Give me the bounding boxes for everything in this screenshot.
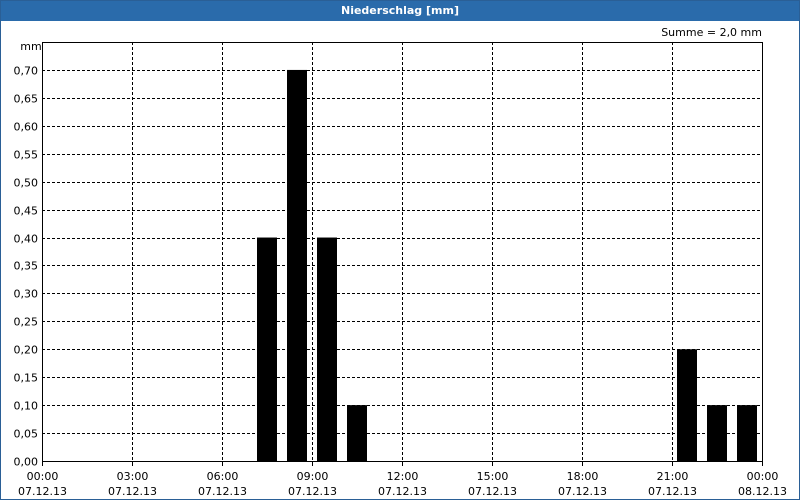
bar bbox=[347, 405, 367, 461]
y-tick-label: 0,45 bbox=[14, 205, 39, 218]
x-tick-time-label: 03:00 bbox=[117, 470, 149, 483]
x-tick-date-label: 08.12.13 bbox=[738, 485, 787, 498]
x-tick-date-label: 07.12.13 bbox=[648, 485, 697, 498]
y-tick-label: 0,35 bbox=[14, 260, 39, 273]
bar bbox=[317, 237, 337, 461]
y-tick-label: 0,65 bbox=[14, 93, 39, 106]
y-axis-unit-label: mm bbox=[20, 40, 41, 53]
x-tick-date-label: 07.12.13 bbox=[108, 485, 157, 498]
bar bbox=[677, 349, 697, 461]
x-tick-date-label: 07.12.13 bbox=[288, 485, 337, 498]
x-tick-time-label: 21:00 bbox=[657, 470, 689, 483]
y-tick-label: 0,15 bbox=[14, 372, 39, 385]
x-tick-date-label: 07.12.13 bbox=[378, 485, 427, 498]
bar bbox=[257, 237, 277, 461]
y-tick-label: 0,70 bbox=[14, 65, 39, 78]
y-tick-label: 0,40 bbox=[14, 233, 39, 246]
x-tick-time-label: 12:00 bbox=[387, 470, 419, 483]
precipitation-chart: mm Summe = 2,0 mm 0,00 0,05 0,10 0,15 0,20 0,… bbox=[14, 26, 787, 498]
y-tick-label: 0,50 bbox=[14, 177, 39, 190]
y-tick-label: 0,60 bbox=[14, 121, 39, 134]
bar bbox=[287, 69, 307, 461]
x-tick-time-label: 15:00 bbox=[477, 470, 509, 483]
y-tick-label: 0,55 bbox=[14, 149, 39, 162]
x-tick-time-label: 00:00 bbox=[27, 470, 59, 483]
y-tick-label: 0,20 bbox=[14, 344, 39, 357]
sum-label: Summe = 2,0 mm bbox=[661, 26, 762, 39]
x-tick-time-label: 06:00 bbox=[207, 470, 239, 483]
x-tick-time-label: 18:00 bbox=[567, 470, 599, 483]
y-tick-label: 0,25 bbox=[14, 316, 39, 329]
y-tick-label: 0,10 bbox=[14, 400, 39, 413]
y-tick-label: 0,30 bbox=[14, 288, 39, 301]
x-tick-date-label: 07.12.13 bbox=[468, 485, 517, 498]
bar bbox=[707, 405, 727, 461]
y-tick-label: 0,05 bbox=[14, 428, 39, 441]
x-tick-date-label: 07.12.13 bbox=[558, 485, 607, 498]
x-tick-date-label: 07.12.13 bbox=[18, 485, 67, 498]
bar bbox=[737, 405, 757, 461]
y-tick-label: 0,00 bbox=[14, 456, 39, 469]
x-tick-time-label: 09:00 bbox=[297, 470, 329, 483]
x-tick-date-label: 07.12.13 bbox=[198, 485, 247, 498]
x-tick-time-label: 00:00 bbox=[747, 470, 779, 483]
